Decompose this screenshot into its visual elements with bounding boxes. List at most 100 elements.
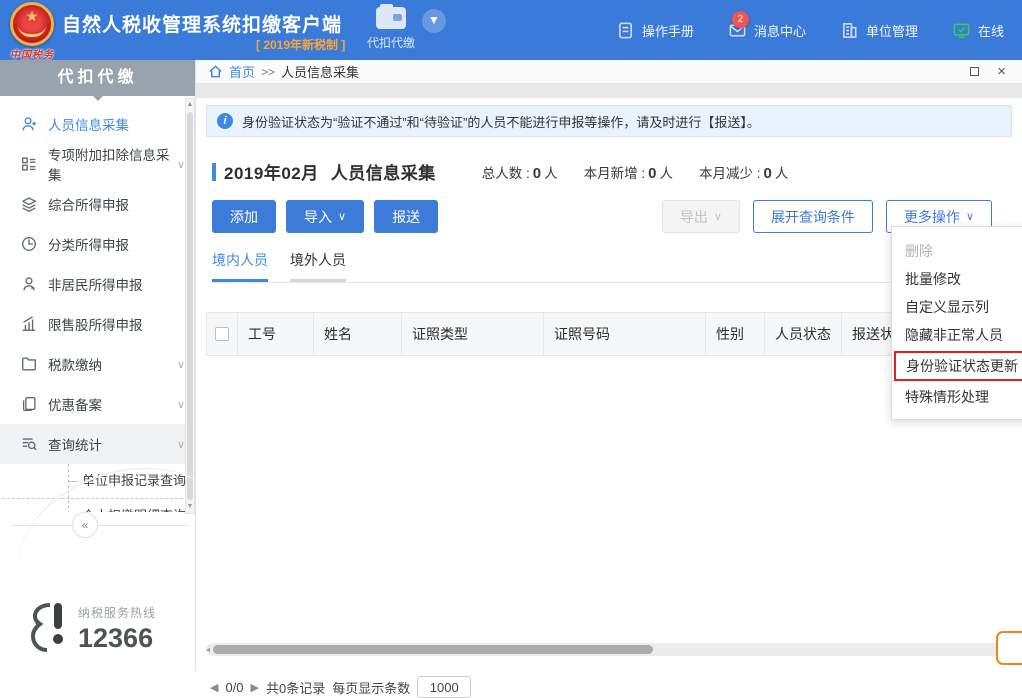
menu-item-special-cases[interactable]: 特殊情形处理 <box>892 383 1022 411</box>
export-button[interactable]: 导出 ∨ <box>662 200 740 233</box>
company-management-button[interactable]: 单位管理 <box>840 21 918 40</box>
online-status-icon <box>952 21 971 40</box>
module-switcher[interactable]: 代扣代缴 <box>356 7 426 51</box>
chevron-down-icon: ∨ <box>714 210 722 223</box>
import-button[interactable]: 导入 ∨ <box>286 200 364 233</box>
add-button[interactable]: 添加 <box>212 200 276 233</box>
chevron-down-icon: ∨ <box>177 438 185 451</box>
maximize-icon[interactable] <box>970 67 979 76</box>
total-records: 共0条记录 <box>266 678 325 697</box>
toolbar: 添加 导入 ∨ 报送 导出 ∨ 展开查询条件 更多操作 ∨ <box>212 200 992 233</box>
sidebar-item-label: 优惠备案 <box>48 394 102 414</box>
logo-text: 中国税务 <box>4 46 60 61</box>
pagination: ◀ 0/0 ▶ 共0条记录 每页显示条数 <box>210 676 471 698</box>
sidebar-item-personnel-info[interactable]: 人员信息采集 <box>0 104 195 144</box>
menu-item-identity-verification-update[interactable]: 身份验证状态更新 <box>894 351 1022 381</box>
menu-item-delete[interactable]: 删除 <box>892 237 1022 265</box>
person-add-icon <box>20 115 38 133</box>
col-person-status: 人员状态 <box>765 313 842 355</box>
app-header: ★ 中国税务 自然人税收管理系统扣缴客户端 [ 2019年新税制 ] 代扣代缴 … <box>0 0 1022 60</box>
horizontal-scrollbar[interactable]: ◂ ▸ <box>206 643 1012 656</box>
sidebar-item-query-statistics[interactable]: 查询统计 ∨ <box>0 424 195 464</box>
close-icon[interactable]: × <box>997 66 1006 78</box>
horizontal-scrollbar-thumb[interactable] <box>213 645 653 654</box>
sidebar-item-classified-income[interactable]: 分类所得申报 <box>0 224 195 264</box>
floating-corner-button[interactable] <box>996 631 1022 665</box>
page-indicator: 0/0 <box>225 680 243 695</box>
per-page-input[interactable] <box>417 676 471 698</box>
sidebar-item-label: 人员信息采集 <box>48 114 129 134</box>
sidebar-item-nonresident-income[interactable]: 非居民所得申报 <box>0 264 195 304</box>
message-center-button[interactable]: 2 消息中心 <box>728 21 806 40</box>
breadcrumb-separator: >> <box>261 65 275 79</box>
sidebar-item-tax-payment[interactable]: 税款缴纳 ∨ <box>0 344 195 384</box>
breadcrumb-home[interactable]: 首页 <box>229 62 255 81</box>
online-status[interactable]: 在线 <box>952 21 1004 40</box>
sidebar-item-label: 税款缴纳 <box>48 354 102 374</box>
chevron-down-icon: ∨ <box>177 358 185 371</box>
expand-query-button[interactable]: 展开查询条件 <box>753 200 873 233</box>
col-id-number: 证照号码 <box>544 313 706 355</box>
info-icon: i <box>217 113 233 129</box>
building-icon <box>840 21 859 40</box>
sidebar-menu: 人员信息采集 专项附加扣除信息采集 ∨ 综合所得申报 分类所得申报 <box>0 96 195 512</box>
export-label: 导出 <box>680 207 708 227</box>
person-tabs: 境内人员 境外人员 <box>212 250 1006 283</box>
stat-unit: 人 <box>775 166 789 181</box>
sidebar-item-label: 限售股所得申报 <box>48 314 143 334</box>
select-all-cell <box>207 313 238 355</box>
menu-item-custom-columns[interactable]: 自定义显示列 <box>892 293 1022 321</box>
stat-new-label: 本月新增 : <box>584 166 646 181</box>
tab-overseas-personnel[interactable]: 境外人员 <box>290 250 346 282</box>
breadcrumb: 首页 >> 人员信息采集 × <box>196 60 1022 84</box>
bar-chart-icon <box>20 315 38 333</box>
layers-icon <box>20 195 38 213</box>
col-id-type: 证照类型 <box>402 313 544 355</box>
sidebar-item-special-deductions[interactable]: 专项附加扣除信息采集 ∨ <box>0 144 195 184</box>
sidebar-scrollbar-thumb[interactable] <box>187 112 193 500</box>
stat-unit: 人 <box>659 166 673 181</box>
prev-page-icon[interactable]: ◀ <box>210 681 218 694</box>
manual-button[interactable]: 操作手册 <box>616 21 694 40</box>
deductions-icon <box>20 155 38 173</box>
hotline-number: 12366 <box>78 623 156 654</box>
chevron-down-icon: ∨ <box>177 398 185 411</box>
stat-removed-label: 本月减少 : <box>699 166 761 181</box>
stat-new-value: 0 <box>648 165 656 182</box>
sidebar-scrollbar[interactable]: ▲ ▼ <box>185 98 195 514</box>
sidebar-item-label: 分类所得申报 <box>48 234 129 254</box>
hotline-icon <box>24 601 68 657</box>
documents-icon <box>20 395 38 413</box>
module-label: 代扣代缴 <box>356 34 426 51</box>
scroll-up-icon[interactable]: ▲ <box>186 99 194 111</box>
menu-item-hide-abnormal[interactable]: 隐藏非正常人员 <box>892 321 1022 349</box>
notice-text: 身份验证状态为“验证不通过”和“待验证”的人员不能进行申报等操作，请及时进行【报… <box>242 112 760 131</box>
sidebar-item-label: 综合所得申报 <box>48 194 129 214</box>
sidebar-item-restricted-shares[interactable]: 限售股所得申报 <box>0 304 195 344</box>
content-gap <box>196 84 1022 98</box>
sidebar-item-label: 非居民所得申报 <box>48 274 143 294</box>
app-title: 自然人税收管理系统扣缴客户端 <box>62 10 342 37</box>
submit-button[interactable]: 报送 <box>374 200 438 233</box>
title-accent-bar <box>212 163 216 181</box>
module-chevron-down-icon[interactable]: ▼ <box>422 9 446 33</box>
chevron-down-icon: ∨ <box>177 158 185 171</box>
select-all-checkbox[interactable] <box>215 327 229 341</box>
tab-domestic-personnel[interactable]: 境内人员 <box>212 250 268 282</box>
sidebar-item-comprehensive-income[interactable]: 综合所得申报 <box>0 184 195 224</box>
search-list-icon <box>20 435 38 453</box>
sidebar-item-preferential-filing[interactable]: 优惠备案 ∨ <box>0 384 195 424</box>
menu-item-batch-edit[interactable]: 批量修改 <box>892 265 1022 293</box>
message-badge: 2 <box>732 11 749 28</box>
home-icon[interactable] <box>208 64 223 79</box>
company-management-label: 单位管理 <box>866 21 918 40</box>
sidebar: 代扣代缴 人员信息采集 专项附加扣除信息采集 ∨ 综合所得申报 <box>0 60 196 671</box>
stat-removed-value: 0 <box>763 165 771 182</box>
more-actions-menu: 删除 批量修改 自定义显示列 隐藏非正常人员 身份验证状态更新 特殊情形处理 <box>891 226 1022 420</box>
stat-total-label: 总人数 : <box>482 166 530 181</box>
hotline-block: 纳税服务热线 12366 <box>24 601 156 657</box>
wallet-icon <box>376 7 406 29</box>
notice-bar: i 身份验证状态为“验证不通过”和“待验证”的人员不能进行申报等操作，请及时进行… <box>206 105 1012 137</box>
next-page-icon[interactable]: ▶ <box>251 681 259 694</box>
pie-chart-icon <box>20 235 38 253</box>
